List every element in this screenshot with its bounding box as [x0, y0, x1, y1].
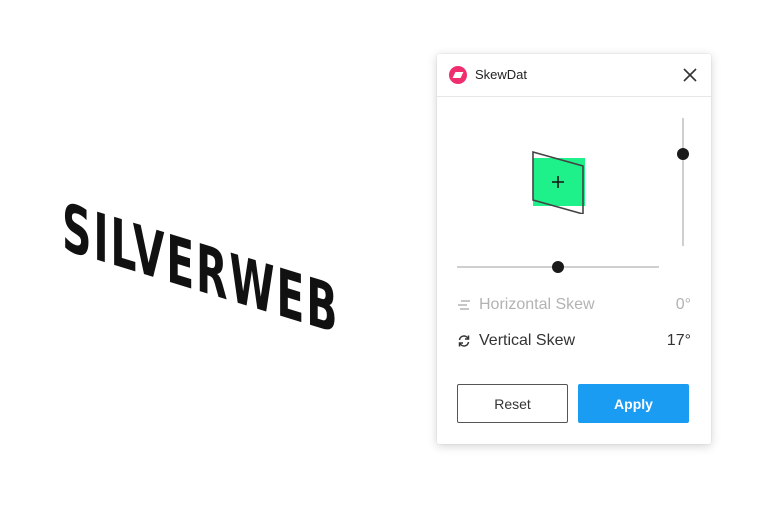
skewdat-panel: SkewDat Horizontal Skew 0° Vertical Skew…: [437, 54, 711, 444]
close-button[interactable]: [681, 66, 699, 84]
skewdat-logo-icon: [449, 66, 467, 84]
canvas: SILVERWEB SkewDat Horizontal Skew 0° Ver…: [0, 0, 768, 519]
horizontal-skew-label: Horizontal Skew: [479, 296, 595, 313]
horizontal-skew-slider-thumb[interactable]: [552, 261, 564, 273]
horizontal-skew-row[interactable]: Horizontal Skew 0°: [457, 294, 691, 318]
horizontal-skew-value: 0°: [675, 296, 691, 313]
panel-title: SkewDat: [475, 67, 528, 82]
vertical-skew-slider-track[interactable]: [682, 118, 684, 246]
apply-button[interactable]: Apply: [578, 384, 689, 423]
reset-button[interactable]: Reset: [457, 384, 568, 423]
skew-preview: [531, 150, 587, 216]
refresh-icon: [457, 334, 471, 348]
vertical-skew-row[interactable]: Vertical Skew 17°: [457, 330, 691, 354]
horizontal-skew-icon: [457, 298, 471, 312]
vertical-skew-label: Vertical Skew: [479, 332, 576, 349]
vertical-skew-slider-thumb[interactable]: [677, 147, 689, 160]
skewed-artwork[interactable]: SILVERWEB: [62, 188, 382, 350]
close-icon: [683, 68, 697, 82]
artwork-text[interactable]: SILVERWEB: [62, 188, 339, 350]
vertical-skew-value: 17°: [666, 332, 691, 349]
panel-header: SkewDat: [437, 54, 711, 97]
